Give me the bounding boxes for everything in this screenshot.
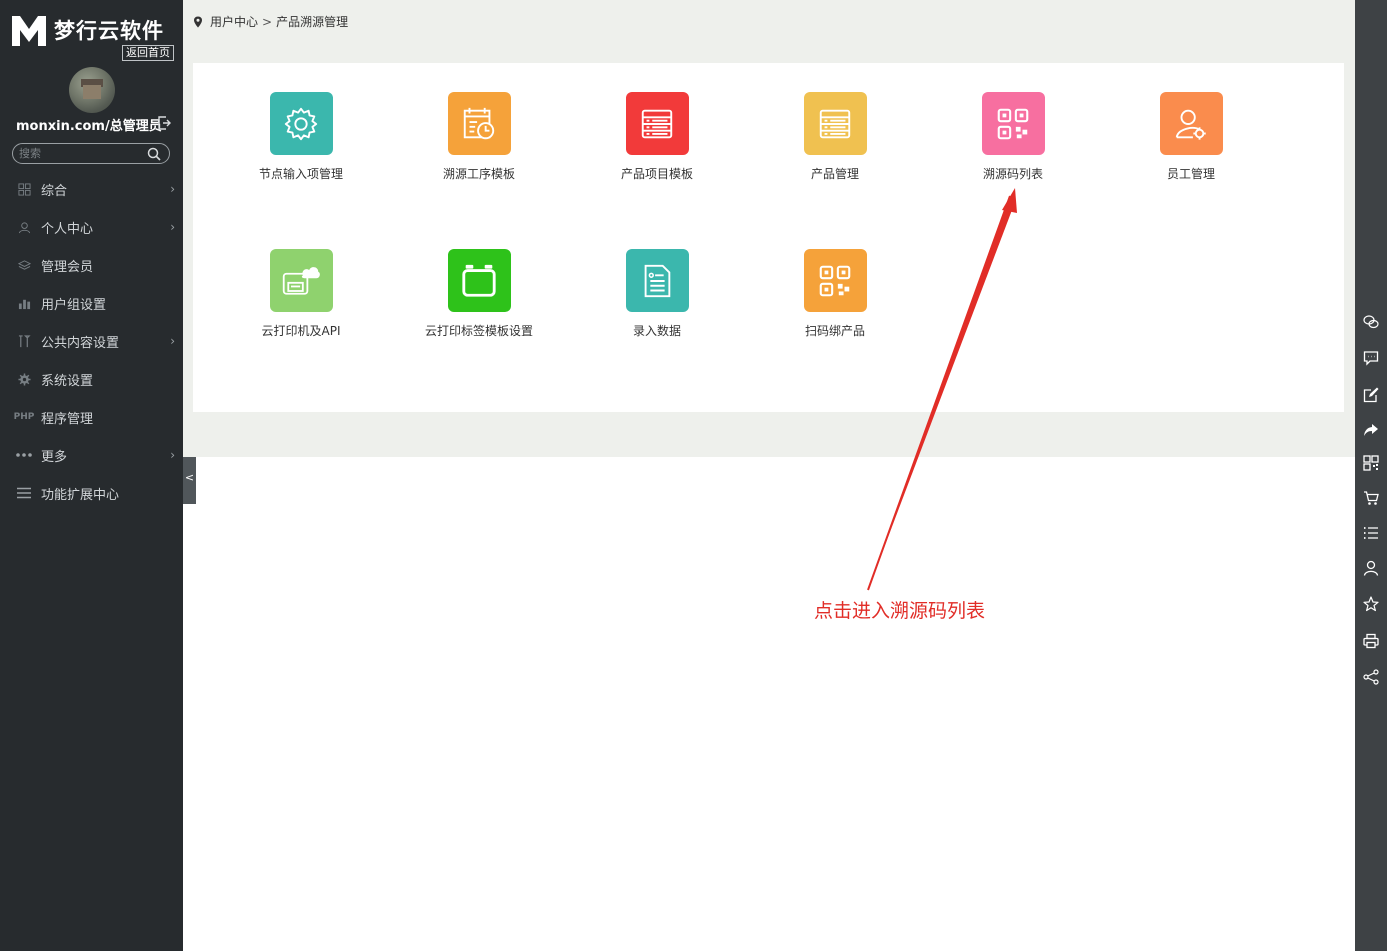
- document-icon: [625, 249, 689, 312]
- sidebar-collapse-toggle[interactable]: <: [183, 450, 196, 504]
- breadcrumb-separator: >: [262, 14, 273, 29]
- tile-label: 录入数据: [632, 324, 681, 338]
- logout-icon[interactable]: [157, 116, 171, 130]
- tile-node-input-items[interactable]: 节点输入项管理: [226, 92, 376, 202]
- sidebar-item-label: 综合: [41, 183, 68, 199]
- sidebar-menu: 综合 › 个人中心 › 管理会员 用户组设置 公共内容设置 › 系统设置 PHP…: [0, 170, 183, 512]
- tile-label: 溯源工序模板: [442, 167, 515, 181]
- qrcode-icon: [981, 92, 1045, 155]
- sidebar-item-label: 程序管理: [41, 411, 94, 427]
- sidebar-item-public-content[interactable]: 公共内容设置 ›: [0, 322, 183, 360]
- share-arrow-icon[interactable]: [1363, 422, 1379, 438]
- printer-cloud-icon: [269, 249, 333, 312]
- tile-label: 员工管理: [1166, 167, 1215, 181]
- sidebar-item-program-management[interactable]: PHP 程序管理: [0, 398, 183, 436]
- avatar[interactable]: [69, 67, 115, 113]
- print-icon[interactable]: [1363, 633, 1379, 649]
- edit-icon[interactable]: [1363, 387, 1379, 403]
- main-area: 用户中心 > 产品溯源管理 节点输入项管理 溯源工序模板 产品项目模板 产品管理…: [183, 0, 1355, 457]
- tile-data-entry[interactable]: 录入数据: [582, 249, 732, 359]
- sidebar-item-more[interactable]: 更多 ›: [0, 436, 183, 474]
- right-toolbar: [1355, 0, 1387, 951]
- chevron-right-icon: ›: [170, 220, 175, 234]
- list-icon: [625, 92, 689, 155]
- message-icon[interactable]: [1363, 350, 1379, 366]
- logo-m-icon: [12, 16, 46, 46]
- sidebar: 梦行云软件 返回首页 monxin.com/总管理员 综合 › 个人中心: [0, 0, 183, 951]
- chevron-right-icon: ›: [170, 334, 175, 348]
- cart-icon[interactable]: [1363, 490, 1379, 506]
- tools-icon: [16, 333, 32, 349]
- logo[interactable]: 梦行云软件: [10, 12, 164, 48]
- sidebar-item-personal-center[interactable]: 个人中心 ›: [0, 208, 183, 246]
- sidebar-item-user-groups[interactable]: 用户组设置: [0, 284, 183, 322]
- brand-name: 梦行云软件: [54, 19, 164, 43]
- user-icon: [16, 219, 32, 235]
- qrcode-icon: [803, 249, 867, 312]
- breadcrumb-home[interactable]: 用户中心: [210, 13, 258, 30]
- menu-lines-icon: [16, 485, 32, 501]
- sidebar-item-manage-members[interactable]: 管理会员: [0, 246, 183, 284]
- grid-icon: [16, 181, 32, 197]
- star-icon[interactable]: [1363, 596, 1379, 612]
- chevron-right-icon: ›: [170, 448, 175, 462]
- sidebar-item-label: 个人中心: [41, 221, 94, 237]
- function-panel: 节点输入项管理 溯源工序模板 产品项目模板 产品管理 溯源码列表 员工管理 云打…: [193, 63, 1344, 412]
- chevron-right-icon: ›: [170, 182, 175, 196]
- dots-icon: [16, 447, 32, 463]
- sidebar-item-label: 功能扩展中心: [41, 487, 120, 503]
- search-icon[interactable]: [147, 147, 161, 161]
- sidebar-item-label: 管理会员: [41, 259, 94, 275]
- annotation-text: 点击进入溯源码列表: [814, 600, 986, 622]
- breadcrumb: 用户中心 > 产品溯源管理: [193, 13, 348, 30]
- sidebar-item-label: 系统设置: [41, 373, 94, 389]
- search-box: [12, 143, 170, 164]
- tile-trace-process-template[interactable]: 溯源工序模板: [404, 92, 554, 202]
- gear-icon: [269, 92, 333, 155]
- sidebar-item-extension-center[interactable]: 功能扩展中心: [0, 474, 183, 512]
- sidebar-item-label: 用户组设置: [41, 297, 107, 313]
- sidebar-item-general[interactable]: 综合 ›: [0, 170, 183, 208]
- label-template-icon: [447, 249, 511, 312]
- tile-cloud-label-template[interactable]: 云打印标签模板设置: [404, 249, 554, 359]
- tile-label: 云打印标签模板设置: [424, 324, 533, 338]
- calendar-clock-icon: [447, 92, 511, 155]
- gear-icon: [16, 371, 32, 387]
- back-home-link[interactable]: 返回首页: [122, 45, 174, 61]
- tile-product-item-template[interactable]: 产品项目模板: [582, 92, 732, 202]
- tile-staff-management[interactable]: 员工管理: [1116, 92, 1266, 202]
- tile-cloud-printer-api[interactable]: 云打印机及API: [226, 249, 376, 359]
- list-icon: [803, 92, 867, 155]
- share-icon[interactable]: [1363, 669, 1379, 685]
- user-icon[interactable]: [1363, 560, 1379, 576]
- list-icon[interactable]: [1363, 525, 1379, 541]
- tile-label: 节点输入项管理: [258, 167, 343, 181]
- tile-label: 产品项目模板: [620, 167, 693, 181]
- annotation-arrow-icon: [867, 188, 1017, 591]
- layers-icon: [16, 257, 32, 273]
- breadcrumb-current: 产品溯源管理: [276, 15, 349, 29]
- sidebar-item-label: 更多: [41, 449, 68, 465]
- sidebar-item-label: 公共内容设置: [41, 335, 120, 351]
- php-icon: PHP: [13, 412, 35, 422]
- username: monxin.com/总管理员: [16, 119, 162, 134]
- wechat-icon[interactable]: [1363, 314, 1379, 330]
- search-input[interactable]: [13, 147, 138, 160]
- sidebar-item-system-settings[interactable]: 系统设置: [0, 360, 183, 398]
- qrcode-icon[interactable]: [1363, 455, 1379, 471]
- user-gear-icon: [1159, 92, 1223, 155]
- location-pin-icon: [194, 16, 202, 27]
- tile-label: 云打印机及API: [261, 324, 341, 338]
- group-icon: [16, 295, 32, 311]
